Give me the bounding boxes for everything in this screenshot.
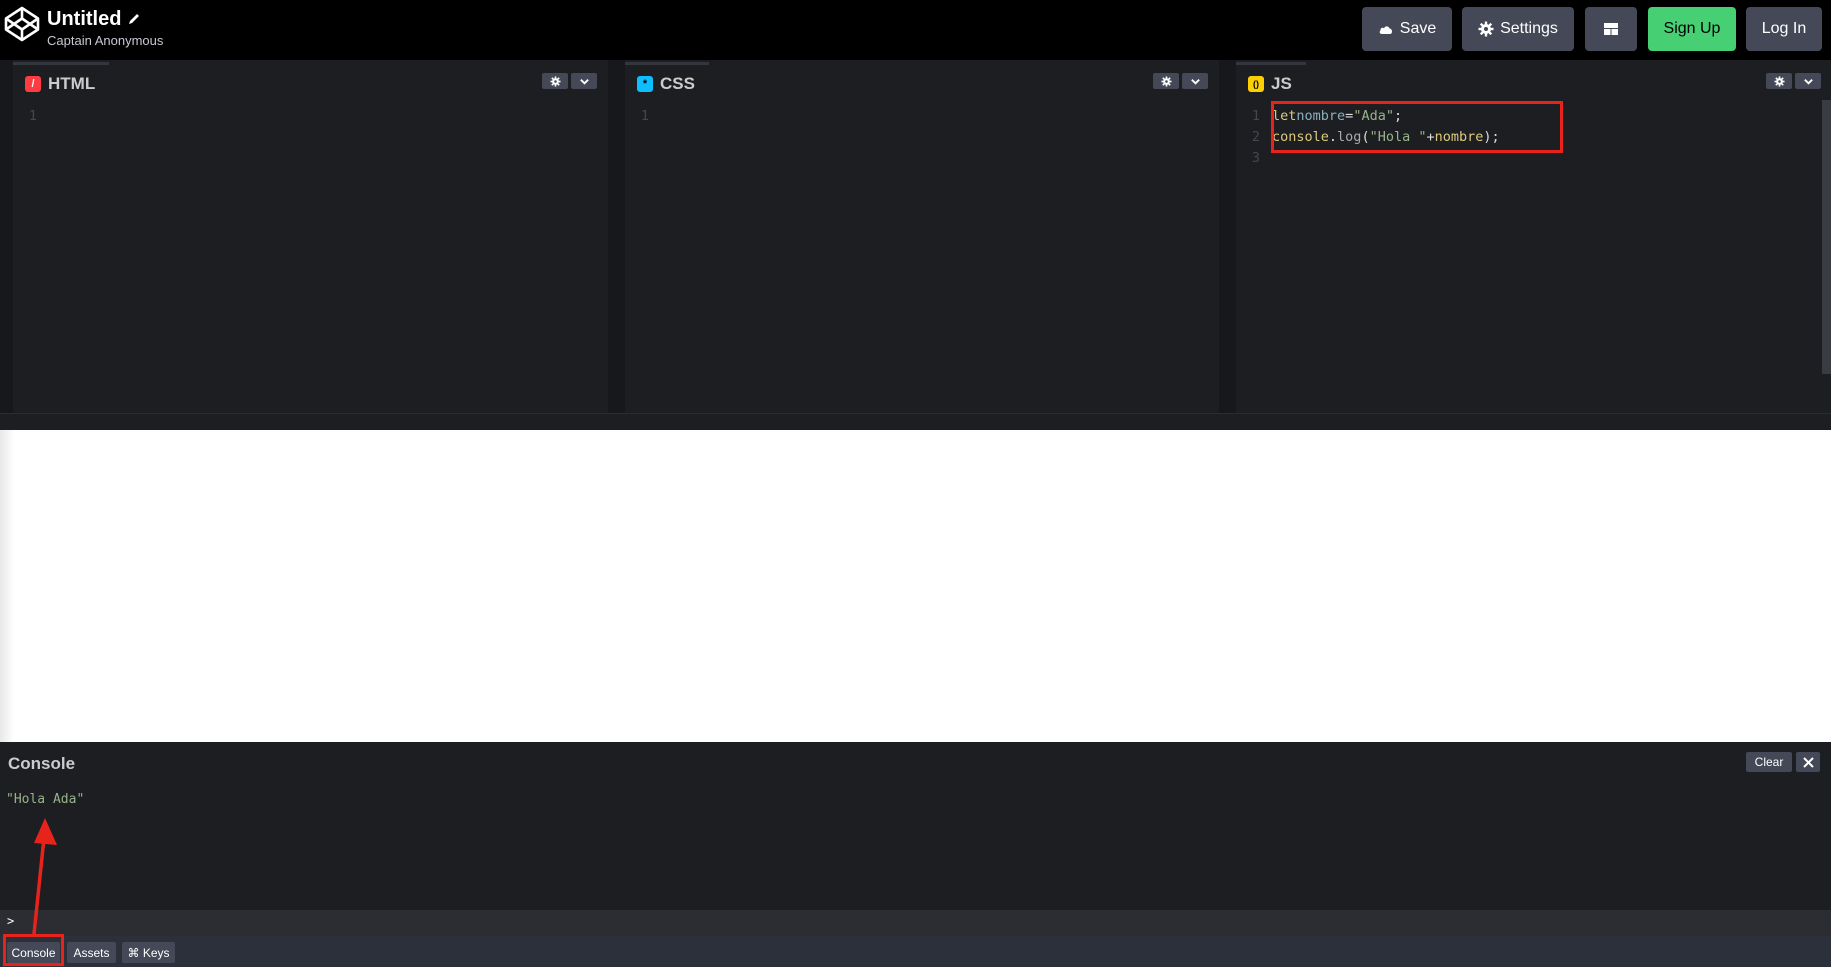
chevron-down-icon [579,78,589,85]
css-icon: * [637,75,653,92]
js-collapse-button[interactable] [1795,73,1821,89]
line-number: 3 [1251,150,1260,166]
line-number: 1 [1251,108,1260,124]
pane-gutter[interactable] [1219,60,1236,413]
css-editor-pane: * CSS 1 [625,60,1219,413]
js-scrollbar[interactable] [1822,100,1831,374]
console-title: Console [8,754,76,773]
tab-label: HTML [48,73,96,93]
preview-edge-shadow [0,430,14,742]
gear-icon [1478,21,1494,37]
js-settings-button[interactable] [1766,73,1792,89]
tab-js[interactable]: () JS [1236,62,1306,102]
pen-title[interactable]: Untitled [47,7,121,31]
keys-button[interactable]: ⌘ Keys [122,942,175,963]
html-editor-pane: / HTML 1 [13,60,608,413]
html-code-editor[interactable]: 1 [13,104,608,413]
resize-handle[interactable] [0,413,1831,430]
tab-html[interactable]: / HTML [13,62,110,102]
code-highlight-annotation [1271,101,1563,153]
pencil-icon[interactable] [127,12,141,26]
js-icon: () [1248,75,1264,92]
pane-gutter[interactable] [0,60,13,413]
settings-button[interactable]: Settings [1462,7,1574,51]
bottom-toolbar: Console Assets ⌘ Keys [0,936,1831,967]
html-collapse-button[interactable] [571,73,597,89]
log-in-button[interactable]: Log In [1746,7,1822,51]
css-settings-button[interactable] [1153,73,1179,89]
css-code-editor[interactable]: 1 [625,104,1219,413]
tab-label: JS [1271,73,1292,93]
sign-up-button[interactable]: Sign Up [1648,7,1736,51]
line-number: 1 [640,108,649,124]
pen-title-block: Untitled Captain Anonymous [47,7,163,48]
html-settings-button[interactable] [542,73,568,89]
gear-icon [1160,75,1172,87]
gear-icon [1773,75,1785,87]
chevron-down-icon [1803,78,1813,85]
assets-button[interactable]: Assets [67,942,116,963]
result-preview[interactable] [0,430,1831,742]
codepen-logo-icon[interactable] [4,6,40,42]
html-icon: / [25,75,41,92]
chevron-down-icon [1190,78,1200,85]
css-collapse-button[interactable] [1182,73,1208,89]
save-button[interactable]: Save [1362,7,1452,51]
line-number: 1 [28,108,37,124]
gear-icon [549,75,561,87]
tab-css[interactable]: * CSS [625,62,709,102]
settings-label: Settings [1500,20,1558,37]
console-prompt: > [7,914,15,928]
console-output-line: "Hola Ada" [6,792,85,807]
pane-gutter[interactable] [608,60,625,413]
console-panel: Console Clear "Hola Ada" > [0,742,1831,936]
top-header: Untitled Captain Anonymous Save Settings… [0,0,1831,60]
close-icon [1802,756,1814,768]
change-view-button[interactable] [1585,7,1637,51]
line-number: 2 [1251,129,1260,145]
save-label: Save [1399,20,1437,37]
console-close-button[interactable] [1796,752,1820,772]
cloud-icon [1379,26,1392,34]
tab-label: CSS [660,73,695,93]
console-input[interactable]: > [0,910,1831,936]
pen-author: Captain Anonymous [47,33,164,48]
console-button-highlight-annotation [3,934,64,966]
layout-icon [1604,23,1618,35]
console-clear-button[interactable]: Clear [1746,752,1792,772]
